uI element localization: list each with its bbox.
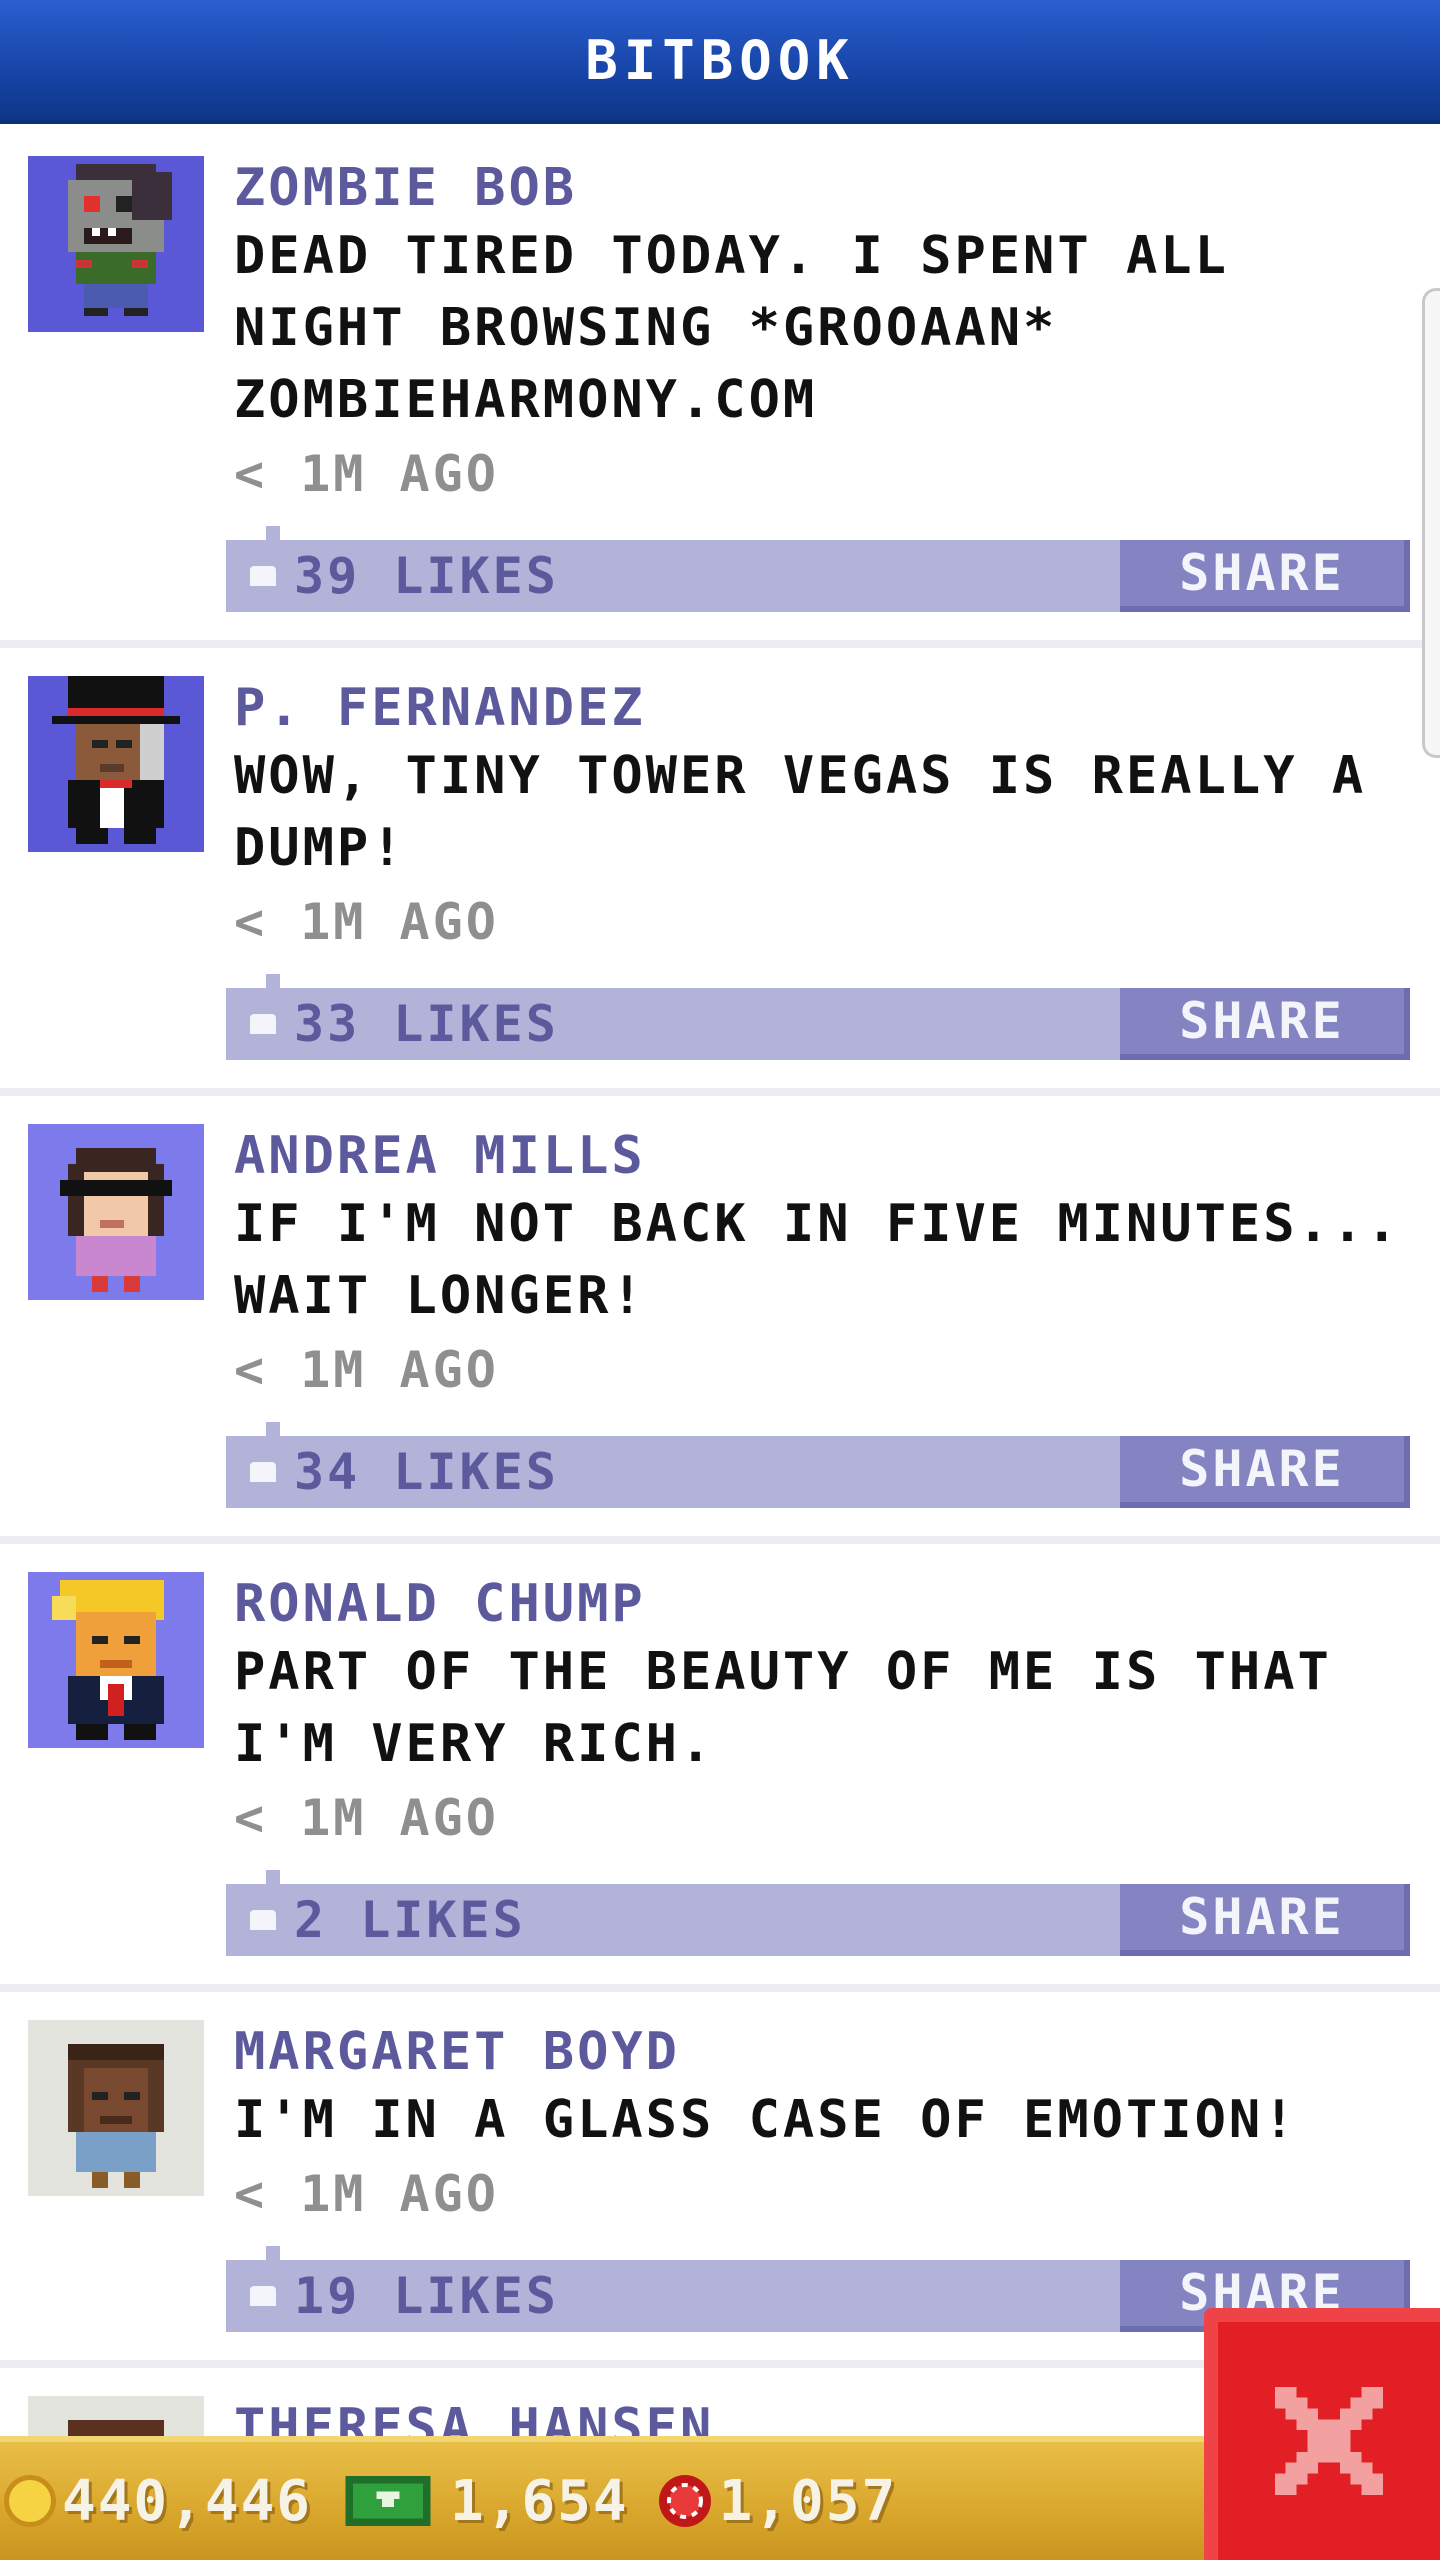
- dark-hair-avatar-icon[interactable]: [28, 2020, 204, 2196]
- chips-value: 1,057: [718, 2468, 898, 2534]
- cash-icon: [345, 2475, 431, 2527]
- post-item: P. FERNANDEZ WOW, TINY TOWER VEGAS IS RE…: [0, 648, 1440, 1096]
- blond-suit-avatar-icon[interactable]: [28, 1572, 204, 1748]
- coin-icon: [4, 2475, 56, 2527]
- post-action-bar: 34 LIKES SHARE: [226, 1422, 1410, 1508]
- zombie-avatar-icon[interactable]: [28, 156, 204, 332]
- close-button[interactable]: [1204, 2308, 1440, 2560]
- thumbs-up-icon[interactable]: [240, 1436, 286, 1508]
- chips-display: 1,057: [657, 2469, 898, 2534]
- post-item: RONALD CHUMP PART OF THE BEAUTY OF ME IS…: [0, 1544, 1440, 1992]
- thumbs-up-icon[interactable]: [240, 988, 286, 1060]
- post-message: PART OF THE BEAUTY OF ME IS THAT I'M VER…: [234, 1642, 1332, 1774]
- post-action-bar: 33 LIKES SHARE: [226, 974, 1410, 1060]
- post-message: WOW, TINY TOWER VEGAS IS REALLY A DUMP!: [234, 746, 1367, 878]
- bux-display: 1,654: [340, 2469, 629, 2534]
- like-count[interactable]: 33 LIKES: [294, 995, 559, 1053]
- sunglasses-avatar-icon[interactable]: [28, 1124, 204, 1300]
- post-time: < 1M AGO: [234, 2165, 499, 2223]
- like-count[interactable]: 19 LIKES: [294, 2267, 559, 2325]
- scrollbar-thumb[interactable]: [1422, 288, 1440, 758]
- post-author[interactable]: RONALD CHUMP: [234, 1572, 1414, 1636]
- app-header: BITBOOK: [0, 0, 1440, 124]
- close-icon: [1274, 2386, 1384, 2496]
- thumbs-up-icon[interactable]: [240, 1884, 286, 1956]
- page-title: BITBOOK: [585, 28, 855, 92]
- post-action-bar: 2 LIKES SHARE: [226, 1870, 1410, 1956]
- post-author[interactable]: ZOMBIE BOB: [234, 156, 1414, 220]
- post-time: < 1M AGO: [234, 893, 499, 951]
- post-feed[interactable]: ZOMBIE BOB DEAD TIRED TODAY. I SPENT ALL…: [0, 128, 1440, 2560]
- post-author[interactable]: ANDREA MILLS: [234, 1124, 1414, 1188]
- top-hat-avatar-icon[interactable]: [28, 676, 204, 852]
- coins-display: 440,446: [4, 2469, 312, 2534]
- casino-chip-icon: [658, 2475, 711, 2527]
- post-action-bar: 39 LIKES SHARE: [226, 526, 1410, 612]
- post-message: DEAD TIRED TODAY. I SPENT ALL NIGHT BROW…: [234, 226, 1229, 430]
- coins-value: 440,446: [62, 2468, 313, 2534]
- share-button[interactable]: SHARE: [1120, 1436, 1410, 1508]
- post-author[interactable]: MARGARET BOYD: [234, 2020, 1414, 2084]
- bux-value: 1,654: [450, 2468, 629, 2534]
- thumbs-up-icon[interactable]: [240, 540, 286, 612]
- share-button[interactable]: SHARE: [1120, 1884, 1410, 1956]
- post-message: IF I'M NOT BACK IN FIVE MINUTES... WAIT …: [234, 1194, 1401, 1326]
- like-count[interactable]: 34 LIKES: [294, 1443, 559, 1501]
- like-count[interactable]: 39 LIKES: [294, 547, 559, 605]
- share-button[interactable]: SHARE: [1120, 988, 1410, 1060]
- post-item: ZOMBIE BOB DEAD TIRED TODAY. I SPENT ALL…: [0, 128, 1440, 648]
- post-item: ANDREA MILLS IF I'M NOT BACK IN FIVE MIN…: [0, 1096, 1440, 1544]
- post-time: < 1M AGO: [234, 1789, 499, 1847]
- post-message: I'M IN A GLASS CASE OF EMOTION!: [234, 2090, 1298, 2150]
- like-count[interactable]: 2 LIKES: [294, 1891, 526, 1949]
- post-author[interactable]: P. FERNANDEZ: [234, 676, 1414, 740]
- post-time: < 1M AGO: [234, 1341, 499, 1399]
- thumbs-up-icon[interactable]: [240, 2260, 286, 2332]
- share-button[interactable]: SHARE: [1120, 540, 1410, 612]
- post-time: < 1M AGO: [234, 445, 499, 503]
